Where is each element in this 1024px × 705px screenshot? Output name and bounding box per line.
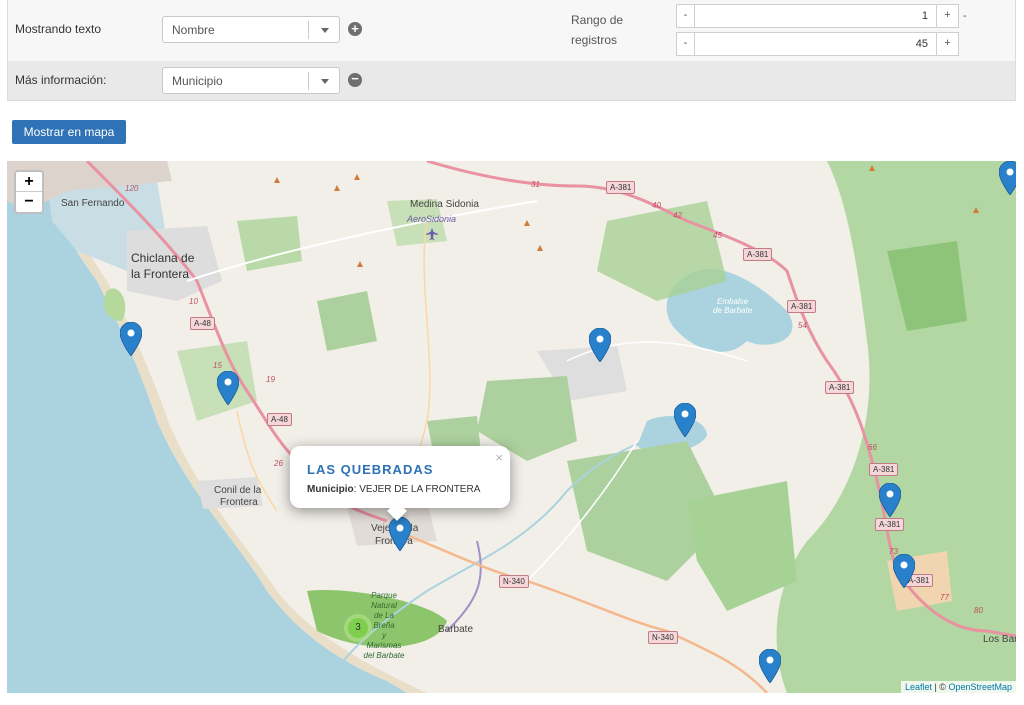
range-from-stepper[interactable]: - 1 + xyxy=(676,4,959,28)
map-tiles xyxy=(7,161,1016,693)
road-shield-a48: A-48 xyxy=(190,317,215,330)
road-shield-a381: A-381 xyxy=(787,300,817,313)
place-embalse: Embalse de Barbate xyxy=(713,297,752,315)
display-text-select[interactable]: Nombre xyxy=(162,16,340,43)
caret-down-icon xyxy=(321,79,329,84)
place-aerosidonia: AeroSidonia xyxy=(407,214,457,224)
panel-row-text: Mostrando texto Nombre + Rango de regist… xyxy=(8,0,1015,61)
parque-line4: Breña xyxy=(373,621,395,630)
km-marker: 26 xyxy=(274,459,283,468)
range-to-decrement[interactable]: - xyxy=(677,33,695,55)
filter-panel: Mostrando texto Nombre + Rango de regist… xyxy=(7,0,1016,101)
km-marker: 120 xyxy=(125,184,139,193)
place-chiclana-1: Chiclana de xyxy=(131,251,195,265)
range-to-value[interactable]: 45 xyxy=(916,38,928,50)
close-icon[interactable]: × xyxy=(495,450,503,465)
road-shield-a381: A-381 xyxy=(606,181,636,194)
km-marker: 40 xyxy=(652,201,661,210)
osm-link[interactable]: OpenStreetMap xyxy=(948,682,1012,692)
parque-line5: y xyxy=(382,631,386,640)
road-shield-a381: A-381 xyxy=(875,518,905,531)
marker-icon[interactable] xyxy=(389,517,411,551)
km-marker: 19 xyxy=(266,375,275,384)
popup-field-value: : VEJER DE LA FRONTERA xyxy=(353,484,481,495)
zoom-in-icon[interactable]: + xyxy=(16,172,42,192)
marker-icon[interactable] xyxy=(217,371,239,405)
place-medina-sidonia: Medina Sidonia xyxy=(410,199,479,210)
km-marker: 77 xyxy=(940,593,949,602)
parque-line7: del Barbate xyxy=(363,651,405,660)
road-shield-n340: N-340 xyxy=(648,631,678,644)
marker-icon[interactable] xyxy=(589,328,611,362)
range-from-increment[interactable]: + xyxy=(936,5,958,27)
parque-line2: Natural xyxy=(371,601,397,610)
select-separator xyxy=(308,72,309,90)
range-from-decrement[interactable]: - xyxy=(677,5,695,27)
place-barbate: Barbate xyxy=(438,624,474,635)
place-chiclana-2: la Frontera xyxy=(131,267,190,281)
km-marker: 42 xyxy=(673,211,682,220)
km-marker: 31 xyxy=(531,180,540,189)
more-info-label: Más información: xyxy=(15,73,107,87)
select-separator xyxy=(308,21,309,39)
popup-title: LAS QUEBRADAS xyxy=(307,462,434,477)
marker-icon[interactable] xyxy=(674,403,696,437)
marker-popup: LAS QUEBRADAS Municipio: VEJER DE LA FRO… xyxy=(290,446,510,521)
km-marker: 66 xyxy=(868,443,877,452)
parque-line6: Marismas xyxy=(366,641,402,650)
range-label-line2: registros xyxy=(571,33,618,47)
embalse-line1: Embalse xyxy=(717,297,749,306)
marker-icon[interactable] xyxy=(879,483,901,517)
embalse-line2: de Barbate xyxy=(713,306,753,315)
marker-icon[interactable] xyxy=(120,322,142,356)
parque-line1: Parque xyxy=(371,591,397,600)
km-marker: 10 xyxy=(189,297,198,306)
km-marker: 54 xyxy=(798,321,807,330)
leaflet-link[interactable]: Leaflet xyxy=(905,682,932,692)
cluster-count: 3 xyxy=(348,618,368,638)
range-dash: - xyxy=(963,10,967,22)
zoom-control: + − xyxy=(14,170,44,214)
road-shield-n340: N-340 xyxy=(499,575,529,588)
place-conil-2: Frontera xyxy=(220,497,258,508)
place-conil-1: Conil de la xyxy=(214,485,262,496)
km-marker: 45 xyxy=(713,231,722,240)
place-los-barrios: Los Bar xyxy=(983,634,1016,645)
map-attribution: Leaflet | © OpenStreetMap xyxy=(900,681,1016,693)
popup-info: Municipio: VEJER DE LA FRONTERA xyxy=(307,484,480,495)
map-container[interactable]: San Fernando Chiclana de la Frontera Med… xyxy=(7,161,1016,693)
range-to-stepper[interactable]: - 45 + xyxy=(676,32,959,56)
zoom-out-icon[interactable]: − xyxy=(16,192,42,212)
more-info-select[interactable]: Municipio xyxy=(162,67,340,94)
range-to-increment[interactable]: + xyxy=(936,33,958,55)
marker-icon[interactable] xyxy=(759,649,781,683)
range-from-value[interactable]: 1 xyxy=(922,10,928,22)
road-shield-a48: A-48 xyxy=(267,413,292,426)
marker-icon[interactable] xyxy=(999,161,1016,195)
plus-circle-icon[interactable]: + xyxy=(348,22,362,36)
show-map-button[interactable]: Mostrar en mapa xyxy=(12,120,126,144)
range-label-line1: Rango de xyxy=(571,13,624,27)
parque-line3: de La xyxy=(373,611,395,620)
place-san-fernando: San Fernando xyxy=(61,198,125,209)
display-text-label: Mostrando texto xyxy=(15,22,102,36)
road-shield-a381: A-381 xyxy=(743,248,773,261)
more-info-value: Municipio xyxy=(172,74,223,88)
marker-cluster[interactable]: 3 xyxy=(344,614,372,642)
road-shield-a381: A-381 xyxy=(825,381,855,394)
minus-circle-icon[interactable]: − xyxy=(348,72,362,87)
road-shield-a381: A-381 xyxy=(869,463,899,476)
panel-row-info: Más información: Municipio − xyxy=(8,61,1015,100)
marker-icon[interactable] xyxy=(893,554,915,588)
caret-down-icon xyxy=(321,28,329,33)
popup-field-label: Municipio xyxy=(307,484,354,495)
range-label: Rango de registros xyxy=(571,10,623,50)
km-marker: 15 xyxy=(213,361,222,370)
km-marker: 80 xyxy=(974,606,983,615)
attribution-separator: | © xyxy=(931,682,949,692)
display-text-value: Nombre xyxy=(172,23,215,37)
